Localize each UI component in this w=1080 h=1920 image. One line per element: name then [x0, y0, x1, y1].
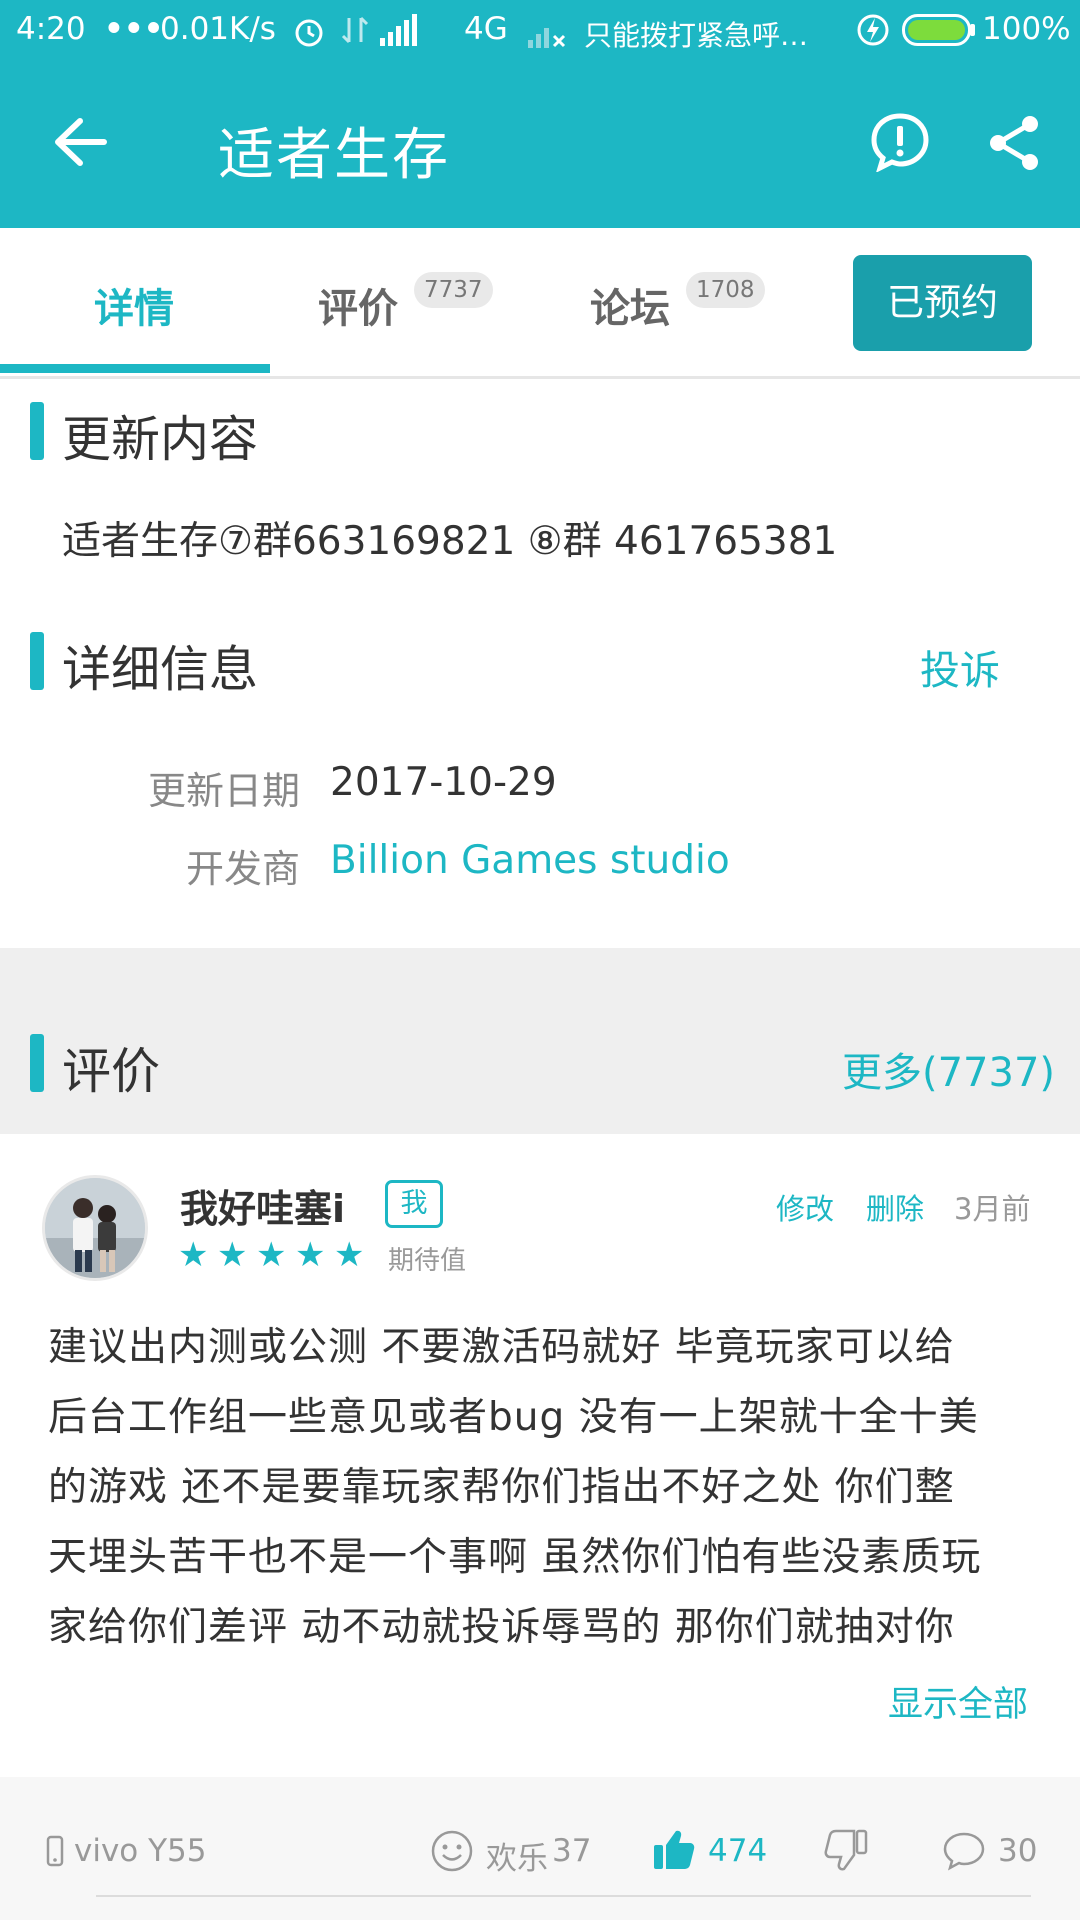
divider	[96, 1895, 1031, 1897]
more-reviews-link[interactable]: 更多(7737)	[842, 1040, 1055, 1098]
show-all-button[interactable]: 显示全部	[888, 1676, 1028, 1727]
review-footer: vivo Y55 欢乐 37 474 30	[0, 1777, 1080, 1920]
update-section-title: 更新内容	[62, 411, 259, 468]
fun-label: 欢乐	[486, 1841, 548, 1877]
status-dots: •••	[104, 11, 164, 47]
report-icon[interactable]	[870, 112, 930, 172]
star-icon: ★	[178, 1235, 212, 1275]
review-text-line: 后台工作组一些意见或者bug 没有一上架就十全十美	[48, 1395, 979, 1440]
delete-review-button[interactable]: 删除	[866, 1186, 924, 1228]
app-bar: 适者生存	[0, 60, 1080, 228]
status-carrier: 只能拨打紧急呼…	[584, 19, 809, 52]
tab-bar: 详情 评价 7737 论坛 1708 已预约	[0, 228, 1080, 379]
forum-count-badge: 1708	[686, 272, 765, 308]
thumbs-down-icon[interactable]	[824, 1829, 868, 1873]
section-marker	[30, 1034, 44, 1092]
tab-details[interactable]: 详情	[94, 276, 174, 334]
tab-reviews[interactable]: 评价	[318, 276, 398, 334]
avatar-photo	[45, 1178, 145, 1278]
complaint-link[interactable]: 投诉	[920, 638, 1000, 696]
review-time: 3月前	[954, 1192, 1031, 1226]
update-content-text: 适者生存⑦群663169821 ⑧群 461765381	[62, 519, 838, 564]
battery-icon	[902, 14, 975, 46]
fun-count: 37	[552, 1833, 592, 1869]
section-marker	[30, 632, 44, 690]
review-username[interactable]: 我好哇塞i	[180, 1178, 345, 1233]
no-signal-icon	[528, 28, 566, 48]
update-date-value: 2017-10-29	[330, 760, 557, 805]
tab-forum[interactable]: 论坛	[590, 276, 670, 334]
alarm-icon	[295, 19, 323, 47]
device-name: vivo Y55	[74, 1833, 207, 1869]
comment-icon[interactable]	[942, 1831, 986, 1871]
star-icon: ★	[334, 1235, 368, 1275]
thumbs-up-icon[interactable]	[652, 1827, 696, 1871]
rating-label: 期待值	[388, 1246, 467, 1276]
like-count: 474	[708, 1833, 768, 1869]
developer-label: 开发商	[185, 847, 300, 891]
status-net-speed: 0.01K/s	[160, 11, 276, 47]
rating-stars: ★ ★ ★ ★ ★	[178, 1235, 373, 1275]
reserved-button[interactable]: 已预约	[853, 255, 1032, 351]
smile-icon[interactable]	[430, 1829, 474, 1873]
review-text-line: 家给你们差评 动不动就投诉辱骂的 那你们就抽对你	[48, 1605, 955, 1650]
data-arrows-icon	[341, 16, 369, 44]
status-time: 4:20	[16, 11, 86, 47]
developer-link[interactable]: Billion Games studio	[330, 838, 730, 883]
review-text-line: 的游戏 还不是要靠玩家帮你们指出不好之处 你们整	[48, 1465, 955, 1510]
comment-count: 30	[998, 1833, 1038, 1869]
avatar[interactable]	[42, 1175, 148, 1281]
phone-icon	[46, 1835, 64, 1867]
status-bar: 4:20 ••• 0.01K/s 4G 只能拨打紧急呼… 100%	[0, 0, 1080, 60]
star-icon: ★	[256, 1235, 290, 1275]
status-battery: 100%	[982, 11, 1071, 47]
page-title: 适者生存	[218, 123, 450, 188]
review-section-title: 评价	[62, 1043, 161, 1100]
tab-indicator	[0, 364, 270, 373]
star-icon: ★	[217, 1235, 251, 1275]
section-marker	[30, 402, 44, 460]
detail-section-title: 详细信息	[62, 641, 259, 698]
me-badge: 我	[385, 1180, 443, 1228]
update-date-label: 更新日期	[147, 769, 300, 813]
star-icon: ★	[295, 1235, 329, 1275]
edit-review-button[interactable]: 修改	[776, 1186, 834, 1228]
signal-icon	[380, 14, 417, 46]
reviews-count-badge: 7737	[414, 272, 493, 308]
back-arrow-icon[interactable]	[52, 116, 110, 168]
status-network: 4G	[464, 11, 508, 47]
review-text-line: 建议出内测或公测 不要激活码就好 毕竟玩家可以给	[48, 1325, 955, 1370]
review-text-line: 天埋头苦干也不是一个事啊 虽然你们怕有些没素质玩	[48, 1535, 982, 1580]
charging-icon	[857, 14, 889, 46]
share-icon[interactable]	[988, 114, 1042, 172]
